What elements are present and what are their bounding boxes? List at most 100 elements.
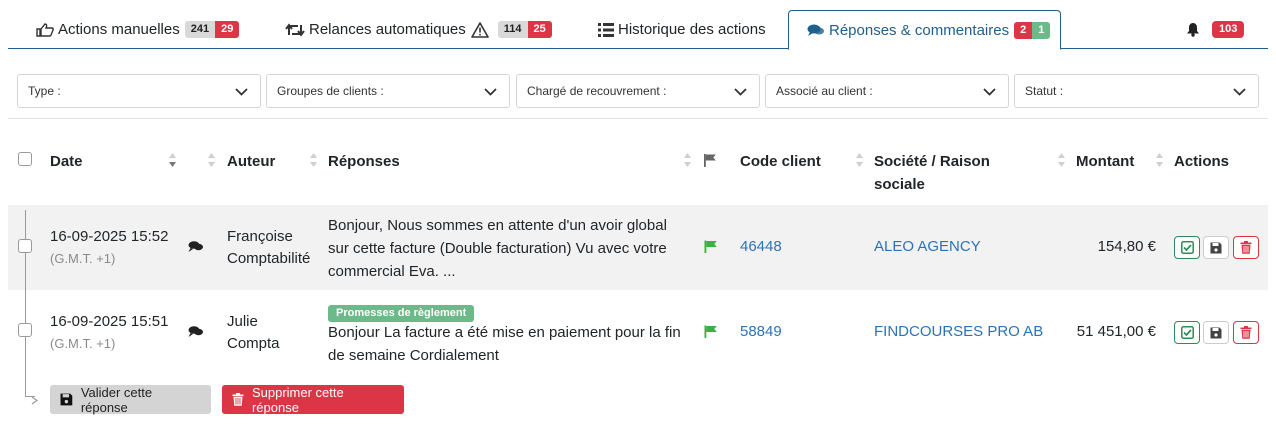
- date-value: 16-09-2025 15:52: [50, 228, 169, 245]
- delete-button[interactable]: [1233, 236, 1259, 259]
- date-cell: 16-09-2025 15:51 (G.M.T. +1): [50, 311, 168, 355]
- timezone: (G.M.T. +1): [50, 336, 116, 351]
- sort-desc-icon[interactable]: [168, 152, 177, 172]
- reply-line: sur cette facture (Double facturation) V…: [328, 240, 667, 257]
- reply-cell[interactable]: Bonjour La facture a été mise en paiemen…: [328, 321, 681, 367]
- client-code-link[interactable]: 58849: [740, 321, 782, 343]
- thumbs-up-icon: [36, 22, 54, 37]
- bell-icon: [1186, 22, 1200, 37]
- tab-label: Relances automatiques: [309, 21, 466, 38]
- reply-cell[interactable]: Bonjour, Nous sommes en attente d'un avo…: [328, 214, 667, 283]
- notification-count: 103: [1212, 21, 1245, 38]
- sort-icon[interactable]: [1155, 152, 1164, 172]
- tab-auto-reminders[interactable]: Relances automatiques 114 25: [285, 10, 552, 49]
- delete-button[interactable]: [1233, 321, 1259, 344]
- row-checkbox[interactable]: [18, 239, 32, 253]
- sort-icon[interactable]: [207, 152, 216, 172]
- date-value: 16-09-2025 15:51: [50, 313, 169, 330]
- save-button[interactable]: [1203, 321, 1229, 344]
- tab-history[interactable]: Historique des actions: [598, 10, 766, 49]
- amount-cell: 51 451,00 €: [1076, 323, 1156, 340]
- ok-badge: 1: [1032, 21, 1051, 39]
- chevron-down-icon: [1233, 85, 1246, 99]
- row-checkbox[interactable]: [18, 323, 32, 337]
- chevron-down-icon: [484, 85, 497, 99]
- reply-line: commercial Eva. ...: [328, 263, 456, 280]
- divider: [8, 118, 1268, 119]
- author-column-header[interactable]: Auteur: [227, 150, 275, 173]
- reply-line: Bonjour, Nous sommes en attente d'un avo…: [328, 217, 667, 234]
- author-cell: Julie Compta: [227, 311, 280, 355]
- trash-icon: [232, 393, 244, 406]
- filter-label: Statut :: [1025, 84, 1064, 98]
- date-column-header[interactable]: Date: [50, 150, 83, 173]
- filter-bar: Type : Groupes de clients : Chargé de re…: [17, 74, 1259, 108]
- sort-icon[interactable]: [855, 152, 864, 172]
- flag-icon[interactable]: [704, 325, 718, 342]
- comment-icon[interactable]: [188, 325, 204, 342]
- collector-filter[interactable]: Chargé de recouvrement :: [516, 74, 760, 108]
- flag-icon[interactable]: [704, 240, 718, 257]
- author-line: Françoise: [227, 228, 293, 245]
- tab-replies-comments[interactable]: Réponses & commentaires 21: [788, 10, 1062, 50]
- chevron-down-icon: [734, 85, 747, 99]
- chevron-down-icon: [983, 85, 996, 99]
- timezone: (G.M.T. +1): [50, 251, 116, 266]
- company-column-header[interactable]: Société / Raison sociale: [874, 150, 990, 196]
- sort-icon[interactable]: [683, 152, 692, 172]
- tab-label: Historique des actions: [618, 21, 766, 38]
- validate-button[interactable]: [1174, 236, 1200, 259]
- button-label: Valider cette réponse: [80, 384, 153, 415]
- save-button[interactable]: [1203, 236, 1229, 259]
- type-filter[interactable]: Type :: [17, 74, 261, 108]
- filter-label: Type :: [28, 84, 61, 98]
- associate-filter[interactable]: Associé au client :: [765, 74, 1009, 108]
- arrow-right-icon: [31, 392, 39, 409]
- sort-icon[interactable]: [1057, 152, 1066, 172]
- list-icon: [598, 22, 614, 37]
- status-filter[interactable]: Statut :: [1014, 74, 1259, 108]
- amount-column-header[interactable]: Montant: [1076, 150, 1134, 173]
- alert-badge: 25: [527, 21, 552, 38]
- actions-column-header: Actions: [1174, 153, 1230, 170]
- tab-label: Actions manuelles: [58, 21, 180, 38]
- reply-line: de semaine Cordialement: [328, 347, 499, 364]
- floppy-disk-icon: [1210, 327, 1222, 338]
- trash-icon: [1240, 326, 1252, 339]
- filter-label: Associé au client :: [776, 84, 873, 98]
- author-line: Compta: [227, 335, 280, 352]
- notifications-button[interactable]: 103: [1186, 10, 1245, 49]
- alert-badge: 2: [1014, 21, 1033, 39]
- count-badge: 114: [497, 21, 528, 38]
- filter-label: Chargé de recouvrement :: [527, 84, 667, 98]
- amount-cell: 154,80 €: [1097, 238, 1156, 255]
- tab-label: Réponses & commentaires: [829, 21, 1010, 39]
- company-link[interactable]: ALEO AGENCY: [874, 236, 981, 258]
- client-code-link[interactable]: 46448: [740, 236, 782, 258]
- category-tag: Promesses de règlement: [328, 303, 475, 322]
- floppy-disk-icon: [1210, 242, 1222, 253]
- check-square-icon: [1180, 241, 1194, 254]
- reply-line: Bonjour La facture a été mise en paiemen…: [328, 324, 681, 341]
- client-groups-filter[interactable]: Groupes de clients :: [266, 74, 510, 108]
- tab-bar: Actions manuelles 241 29 Relances automat…: [8, 10, 1268, 50]
- floppy-disk-icon: [60, 393, 73, 406]
- comment-icon[interactable]: [188, 240, 204, 257]
- header-line: sociale: [874, 176, 925, 193]
- alert-badge: 29: [215, 21, 240, 38]
- validate-reply-button[interactable]: Valider cette réponse: [50, 384, 211, 415]
- filter-label: Groupes de clients :: [277, 84, 384, 98]
- retweet-icon: [285, 22, 305, 37]
- company-link[interactable]: FINDCOURSES PRO AB: [874, 321, 1043, 343]
- trash-icon: [1240, 241, 1252, 254]
- sort-icon[interactable]: [309, 152, 318, 172]
- warning-icon: [470, 21, 489, 38]
- delete-reply-button[interactable]: Supprimer cette réponse: [222, 385, 404, 415]
- client-code-column-header[interactable]: Code client: [740, 150, 821, 173]
- validate-button[interactable]: [1174, 321, 1200, 344]
- select-all-checkbox[interactable]: [18, 152, 32, 166]
- flag-header-icon[interactable]: [703, 153, 717, 171]
- replies-column-header[interactable]: Réponses: [328, 150, 400, 173]
- tab-manual-actions[interactable]: Actions manuelles 241 29: [36, 10, 240, 49]
- author-cell: Françoise Comptabilité: [227, 226, 310, 270]
